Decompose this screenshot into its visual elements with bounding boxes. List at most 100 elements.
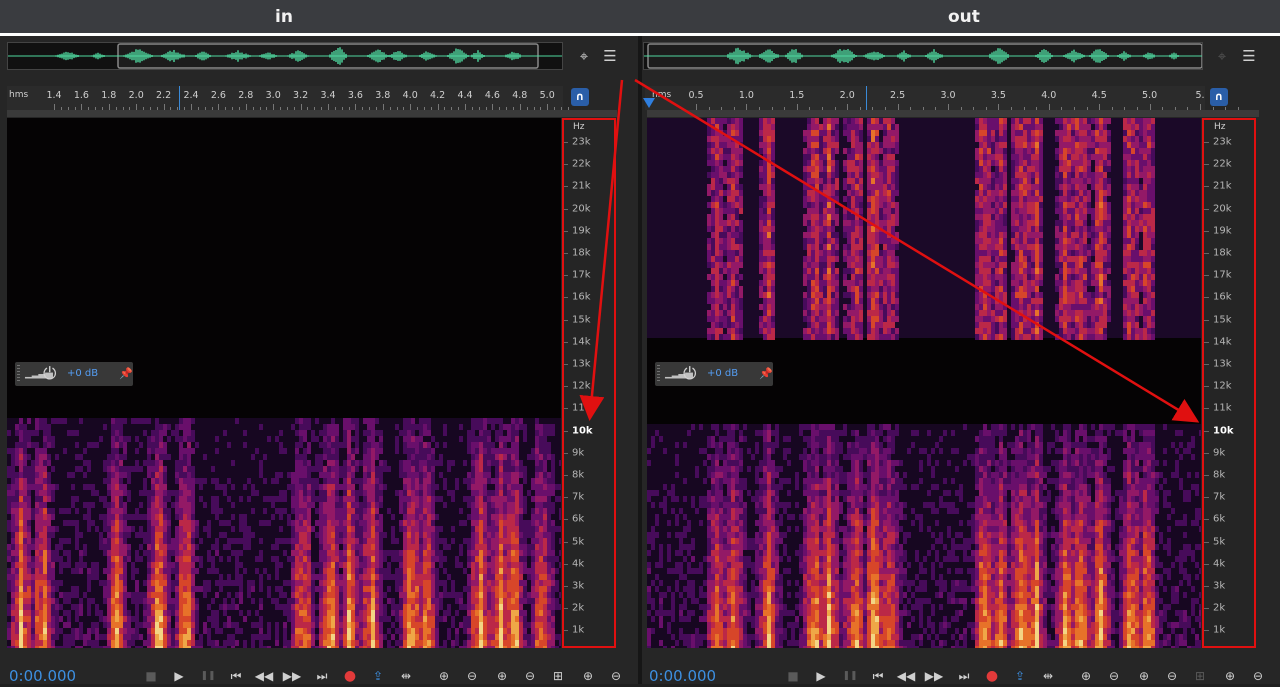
playhead-marker[interactable] [866,86,867,110]
spectrogram-cell [427,616,431,622]
spectrogram-cell [539,574,543,580]
time-tick-label: 2.0 [840,90,855,101]
spectrogram-cell [327,556,331,562]
spectrogram-cell [307,574,311,580]
horizontal-scrollbar[interactable] [7,110,617,117]
spectrogram-cell [347,556,351,562]
spectrogram-cell [491,460,495,466]
spectrogram-cell [683,532,687,538]
spectrogram-cell [491,622,495,628]
spectrogram-cell [139,592,143,598]
start-marker[interactable] [643,98,655,108]
time-ruler[interactable]: hms 1.41.61.82.02.22.42.62.83.03.23.43.6… [7,86,563,110]
spectrogram-cell [127,472,131,478]
spectrogram-cell [487,496,491,502]
spectrogram-cell [499,640,503,646]
spectrogram-cell [715,286,719,292]
zoom-to-selection-icon[interactable]: ⌖ [574,46,594,66]
waveform-overview[interactable] [7,42,563,70]
spectrogram-cell [711,490,715,496]
spectrogram-cell [43,436,47,442]
zoom-to-selection-icon[interactable]: ⌖ [1212,46,1232,66]
spectrogram-cell [411,622,415,628]
spectrogram-cell [319,430,323,436]
panel-menu-icon[interactable]: ☰ [1239,46,1259,66]
spectrogram-cell [423,556,427,562]
spectrogram-cell [75,532,79,538]
time-ruler[interactable]: hms 0.51.01.52.02.53.03.54.04.55.05. [645,86,1205,110]
spectrogram-cell [427,520,431,526]
spectrogram-cell [87,460,91,466]
spectrogram-cell [651,436,655,442]
spectrogram-cell [339,520,343,526]
spectrogram-cell [259,622,263,628]
spectrogram-cell [143,484,147,490]
spectrogram-cell [479,580,483,586]
spectrogram-cell [495,508,499,514]
spectrogram-cell [551,628,555,634]
spectrogram-cell [51,436,55,442]
spectrogram-cell [383,592,387,598]
spectrogram-cell [719,502,723,508]
spectrogram-cell [359,460,363,466]
spectrogram-cell [151,574,155,580]
spectrogram-cell [187,460,191,466]
spectrogram-cell [179,592,183,598]
spectrogram-cell [67,616,71,622]
magnet-snap-icon[interactable]: ∩ [571,88,589,106]
gain-value[interactable]: +0 dB [67,368,98,379]
spectrogram-cell [359,562,363,568]
spectrogram-cell [339,598,343,604]
power-knob-icon[interactable]: ⏻ [43,365,61,383]
spectrogram-cell [715,466,719,472]
spectrogram-cell [711,466,715,472]
spectrogram-cell [407,454,411,460]
spectrogram-cell [227,634,231,640]
waveform-overview[interactable] [643,42,1203,70]
spectrogram-cell [303,508,307,514]
spectrogram-cell [59,592,63,598]
timecode[interactable]: 0:00.000 [9,667,76,685]
spectrogram-cell [367,460,371,466]
horizontal-scrollbar[interactable] [647,110,1259,117]
spectrogram-cell [43,526,47,532]
spectrogram-cell [455,556,459,562]
spectrogram-cell [207,628,211,634]
spectrogram-cell [67,622,71,628]
spectrogram-cell [507,634,511,640]
spectrogram-cell [295,508,299,514]
spectrogram-cell [507,580,511,586]
spectrogram-cell [711,274,715,280]
spectrogram-cell [179,610,183,616]
spectrogram-cell [215,496,219,502]
spectrogram-cell [219,556,223,562]
spectrogram-cell [479,430,483,436]
spectrogram-cell [711,562,715,568]
spectrogram-cell [143,460,147,466]
spectrogram-cell [107,472,111,478]
gain-hud[interactable]: ▁▂▃▄ ⏻ +0 dB 📌 [15,362,133,386]
playhead-marker[interactable] [179,86,180,110]
spectrogram-cell [415,442,419,448]
spectrogram-cell [443,616,447,622]
spectrogram-cell [719,130,723,136]
time-tick-label: 3.2 [293,90,308,101]
spectrogram-cell [363,514,367,520]
spectrogram-cell [707,616,711,622]
panel-menu-icon[interactable]: ☰ [600,46,620,66]
spectrogram-cell [475,472,479,478]
spectrogram-cell [303,622,307,628]
spectrogram-cell [371,502,375,508]
spectrogram-cell [483,628,487,634]
pin-icon[interactable]: 📌 [119,366,133,381]
spectrogram-cell [295,538,299,544]
magnet-snap-icon[interactable]: ∩ [1210,88,1228,106]
spectrogram-cell [735,244,739,250]
spectrogram-cell [323,526,327,532]
spectrogram-cell [727,448,731,454]
spectrogram-cell [335,616,339,622]
spectrogram-cell [23,496,27,502]
hud-grip[interactable] [17,365,20,383]
spectrogram-cell [315,520,319,526]
spectrogram-cell [459,544,463,550]
